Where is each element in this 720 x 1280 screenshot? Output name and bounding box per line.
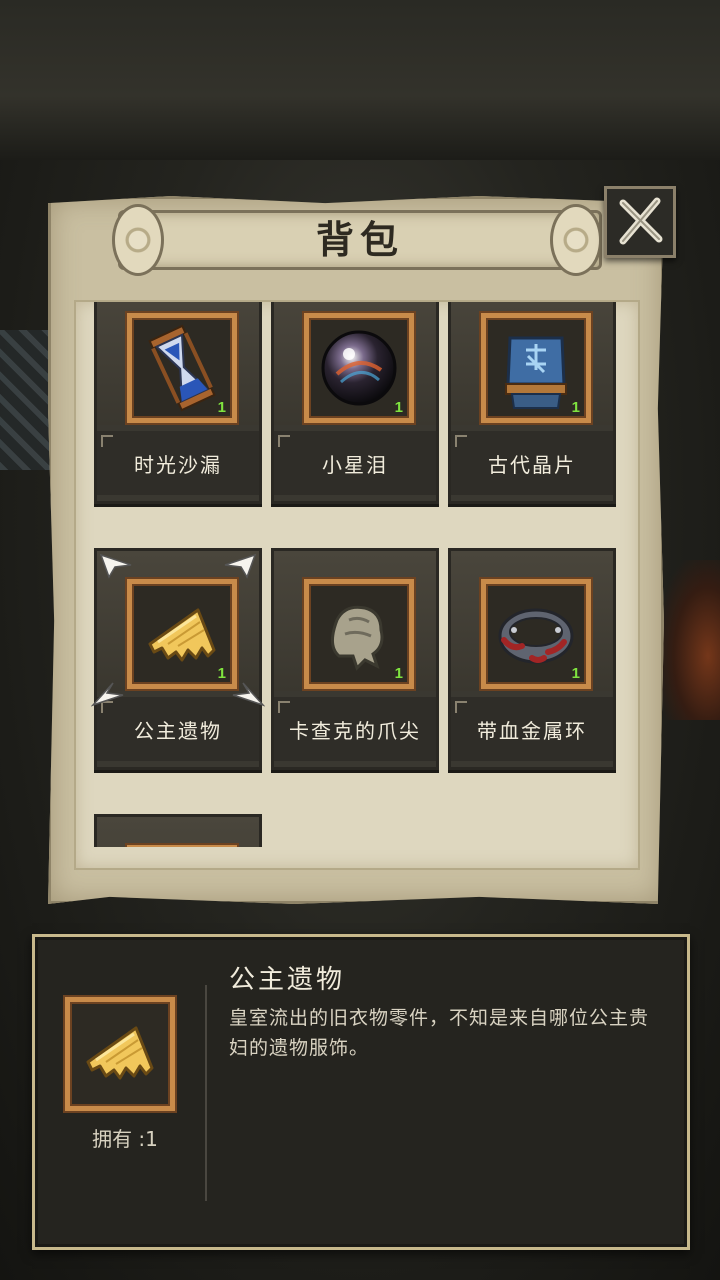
inventory-slot[interactable] [94, 814, 262, 847]
cloth-scrap-icon [148, 608, 216, 662]
page-title: 背包 [315, 217, 404, 262]
inventory-scroll[interactable]: 1 时光沙漏 1 小星泪 1 古代晶片 1 公主遗物 1 卡查克的爪尖 1 带血… [76, 302, 638, 847]
item-frame [127, 845, 237, 847]
star-orb-icon [321, 330, 397, 406]
item-count: 1 [217, 399, 226, 416]
scroll-roll-right [550, 204, 602, 276]
ancient-crystal-icon [505, 336, 567, 409]
item-count: 1 [571, 399, 580, 416]
background-window [0, 330, 50, 470]
detail-item-description: 皇室流出的旧衣物零件，不知是来自哪位公主贵妇的遗物服饰。 [229, 1007, 650, 1059]
background-ceiling [0, 0, 720, 160]
item-name: 时光沙漏 [97, 431, 259, 495]
owned-count: 拥有 :1 [92, 1127, 158, 1151]
item-count: 1 [571, 665, 580, 682]
hourglass-icon [148, 324, 216, 412]
inventory-grid[interactable]: 1 时光沙漏 1 小星泪 1 古代晶片 1 公主遗物 1 卡查克的爪尖 1 带血… [74, 300, 640, 870]
item-count: 1 [394, 399, 403, 416]
item-name: 带血金属环 [451, 697, 613, 761]
item-name: 卡查克的爪尖 [274, 697, 436, 761]
inventory-slot[interactable]: 1 古代晶片 [448, 302, 616, 504]
item-count: 1 [394, 665, 403, 682]
inventory-slot[interactable]: 1 小星泪 [271, 302, 439, 504]
selection-corner-icon [91, 682, 124, 707]
selection-corner-icon [232, 682, 265, 707]
item-detail-panel: 拥有 :1 公主遗物 皇室流出的旧衣物零件，不知是来自哪位公主贵妇的遗物服饰。 [32, 934, 690, 1250]
item-frame: 1 [127, 313, 237, 423]
item-name: 小星泪 [274, 431, 436, 495]
detail-item-frame [65, 997, 175, 1111]
inventory-slot[interactable]: 1 时光沙漏 [94, 302, 262, 504]
bloody-ring-icon [498, 608, 574, 664]
close-x-icon [619, 197, 663, 245]
item-name: 古代晶片 [451, 431, 613, 495]
selection-corner-icon [224, 553, 257, 579]
item-frame: 1 [304, 313, 414, 423]
detail-divider [205, 985, 207, 1201]
item-count: 1 [217, 665, 226, 682]
item-frame: 1 [127, 579, 237, 689]
inventory-slot[interactable]: 1 卡查克的爪尖 [271, 548, 439, 770]
item-frame: 1 [481, 579, 591, 689]
item-frame: 1 [304, 579, 414, 689]
claw-icon [331, 605, 384, 671]
cloth-scrap-icon [86, 1026, 154, 1080]
scroll-roll-left [112, 204, 164, 276]
inventory-slot-selected[interactable]: 1 公主遗物 [91, 548, 265, 770]
inventory-slot[interactable]: 1 带血金属环 [448, 548, 616, 770]
selection-corner-icon [99, 553, 132, 579]
detail-item-name: 公主遗物 [229, 965, 346, 995]
close-button[interactable] [604, 186, 676, 258]
background-fire [660, 560, 720, 720]
item-frame: 1 [481, 313, 591, 423]
